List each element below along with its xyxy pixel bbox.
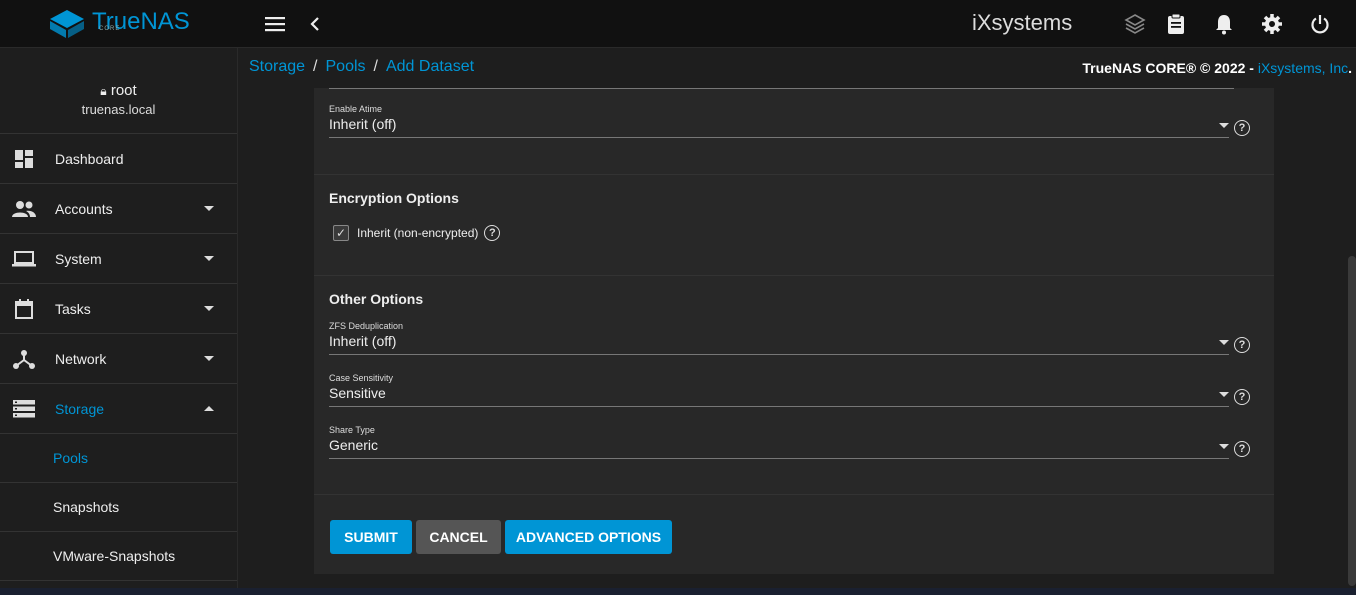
storage-icon [12,397,36,421]
sidebar-subitem-pools[interactable]: Pools [0,434,237,483]
scrollbar[interactable] [1348,256,1356,586]
checkbox-check-icon[interactable]: ✓ [333,225,349,241]
sidebar: 🔒︎ root truenas.local Dashboard Accounts… [0,48,238,595]
add-dataset-form: Enable Atime Inherit (off) ? Encryption … [314,88,1274,574]
dropdown-arrow-icon [1219,340,1229,345]
chevron-left-icon[interactable] [303,12,327,36]
inherit-encryption-checkbox[interactable]: ✓ Inherit (non-encrypted) ? [333,225,501,241]
chevron-down-icon [204,206,214,211]
case-sensitivity-select[interactable]: Case Sensitivity Sensitive ? [329,373,1264,407]
share-type-select[interactable]: Share Type Generic ? [329,425,1264,459]
chevron-down-icon [204,306,214,311]
sidebar-subitem-label: VMware-Snapshots [53,548,176,564]
breadcrumb-bar: Storage / Pools / Add Dataset TrueNAS CO… [239,48,1356,88]
checkbox-label: Inherit (non-encrypted) [357,226,479,240]
field-label: Case Sensitivity [329,373,394,383]
gear-icon[interactable] [1260,12,1284,36]
bell-icon[interactable] [1212,12,1236,36]
truenas-logo[interactable]: TrueNAS [48,8,190,42]
chevron-down-icon [204,356,214,361]
hostname: truenas.local [81,102,156,117]
breadcrumb: Storage / Pools / Add Dataset [249,58,474,76]
people-icon [12,197,36,221]
lock-icon: 🔒︎ [100,84,107,98]
section-divider [314,494,1274,495]
sidebar-item-label: System [55,250,102,267]
sidebar-subitem-label: Pools [53,450,89,466]
copyright-link[interactable]: iXsystems, Inc [1258,60,1348,76]
sidebar-item-label: Accounts [55,200,113,217]
sidebar-subitem-snapshots[interactable]: Snapshots [0,483,237,532]
field-label: ZFS Deduplication [329,321,404,331]
top-bar: TrueNAS CORE iXsystems [0,0,1356,48]
copyright: TrueNAS CORE® © 2022 - iXsystems, Inc. [1082,60,1352,76]
calendar-icon [12,297,36,321]
help-icon[interactable]: ? [484,225,501,241]
other-options-title: Other Options [329,291,424,307]
power-icon[interactable] [1308,12,1332,36]
breadcrumb-separator: / [313,58,318,75]
chevron-up-icon [204,406,214,411]
sidebar-subitem-label: Snapshots [53,499,120,515]
dropdown-arrow-icon [1219,392,1229,397]
sidebar-item-system[interactable]: System [0,234,237,284]
sidebar-item-label: Dashboard [55,150,124,167]
breadcrumb-pools[interactable]: Pools [326,58,366,76]
field-label: Share Type [329,425,375,435]
main-content: Enable Atime Inherit (off) ? Encryption … [239,88,1349,588]
dropdown-arrow-icon [1219,444,1229,449]
help-icon[interactable]: ? [1234,337,1250,353]
breadcrumb-separator: / [373,58,378,75]
ixsystems-logo: iXsystems [972,10,1073,35]
sidebar-item-storage[interactable]: Storage [0,384,237,434]
field-underline [329,88,1234,89]
zfs-deduplication-select[interactable]: ZFS Deduplication Inherit (off) ? [329,321,1264,355]
truecommand-icon[interactable] [1123,12,1147,36]
help-icon[interactable]: ? [1234,441,1250,457]
sidebar-item-label: Network [55,350,107,367]
sidebar-item-label: Tasks [55,300,91,317]
logo-subtitle: CORE [99,26,121,32]
network-icon [12,347,36,371]
truenas-logo-icon [50,10,84,38]
section-divider [314,174,1274,175]
field-value: Inherit (off) [329,116,1229,138]
enable-atime-select[interactable]: Enable Atime Inherit (off) ? [329,104,1264,138]
field-value: Inherit (off) [329,333,1229,355]
menu-icon[interactable] [263,12,287,36]
field-value: Sensitive [329,385,1229,407]
advanced-options-button[interactable]: ADVANCED OPTIONS [505,520,672,554]
cancel-button[interactable]: CANCEL [416,520,501,554]
bottom-strip [0,588,1356,595]
chevron-down-icon [204,256,214,261]
user-info: 🔒︎ root truenas.local [0,48,237,134]
section-divider [314,275,1274,276]
username: 🔒︎ root [100,82,137,99]
breadcrumb-add-dataset[interactable]: Add Dataset [386,58,474,76]
dropdown-arrow-icon [1219,123,1229,128]
sidebar-item-dashboard[interactable]: Dashboard [0,134,237,184]
sidebar-item-label: Storage [55,400,105,417]
sidebar-item-accounts[interactable]: Accounts [0,184,237,234]
field-label: Enable Atime [329,104,383,114]
field-value: Generic [329,437,1229,459]
help-icon[interactable]: ? [1234,389,1250,405]
clipboard-icon[interactable] [1164,12,1188,36]
sidebar-item-network[interactable]: Network [0,334,237,384]
help-icon[interactable]: ? [1234,120,1250,136]
encryption-options-title: Encryption Options [329,190,459,206]
sidebar-subitem-vmware-snapshots[interactable]: VMware-Snapshots [0,532,237,581]
laptop-icon [12,247,36,271]
submit-button[interactable]: SUBMIT [330,520,412,554]
breadcrumb-storage[interactable]: Storage [249,58,305,76]
dashboard-icon [12,147,36,171]
sidebar-item-tasks[interactable]: Tasks [0,284,237,334]
